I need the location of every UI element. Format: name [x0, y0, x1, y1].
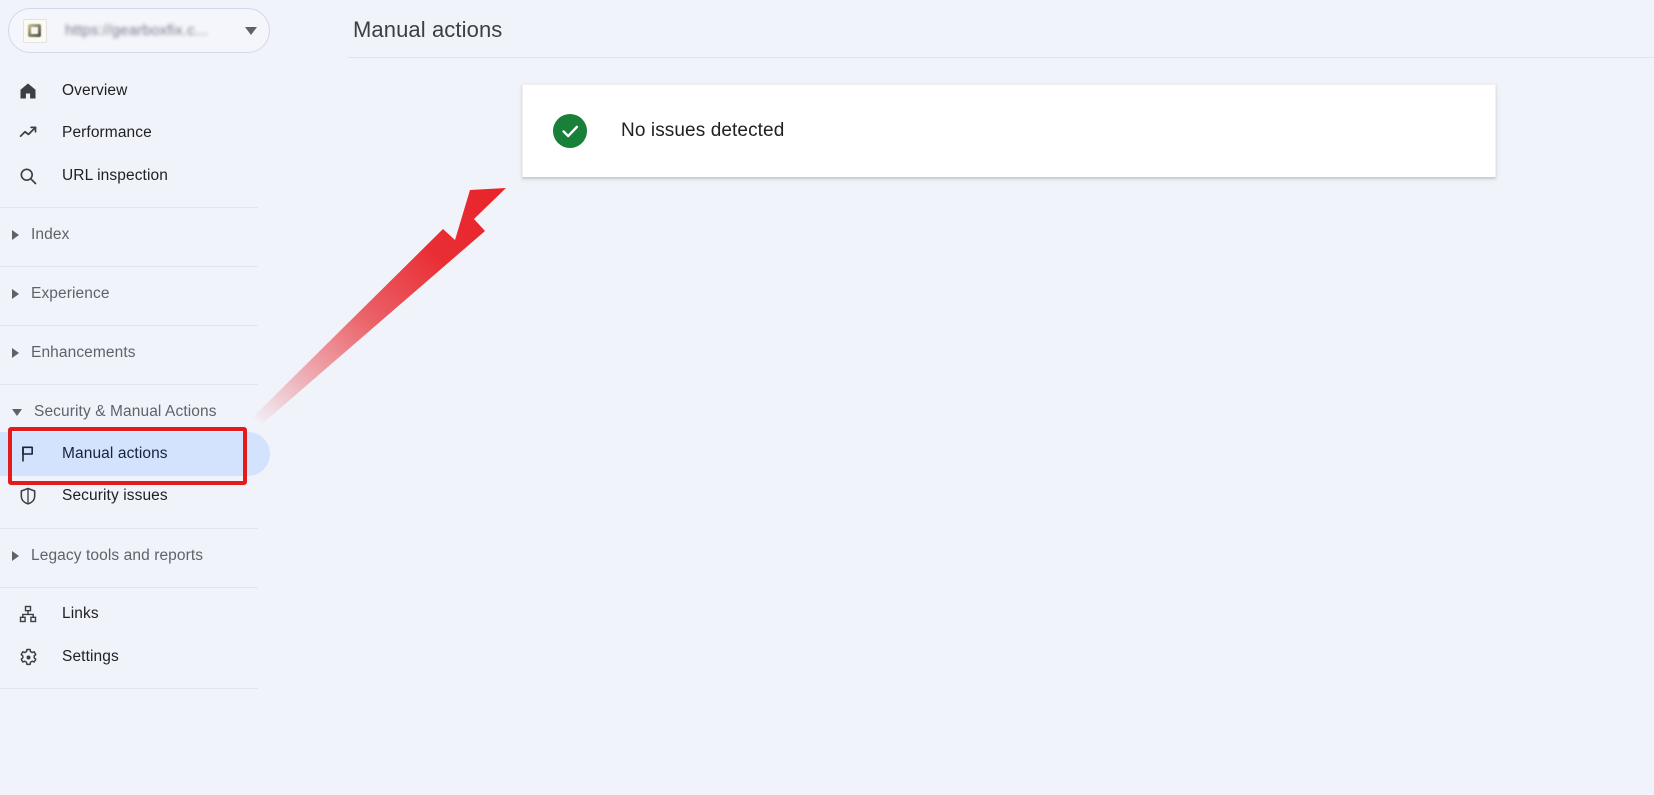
status-message: No issues detected — [621, 120, 785, 141]
sidebar-divider — [0, 688, 258, 689]
header-divider — [348, 57, 1654, 58]
sidebar-item-links[interactable]: Links — [0, 592, 270, 636]
trending-up-icon — [16, 121, 40, 145]
gear-icon — [16, 645, 40, 669]
chevron-right-icon — [12, 289, 19, 299]
sidebar-section-index[interactable]: Index — [0, 213, 270, 257]
sidebar-section-experience[interactable]: Experience — [0, 272, 270, 316]
chevron-down-icon — [12, 408, 22, 416]
sidebar-divider — [0, 384, 258, 385]
page-title: Manual actions — [353, 17, 503, 42]
property-url-label: https://gearboxfix.c... — [65, 22, 208, 39]
sidebar-section-label: Security & Manual Actions — [34, 403, 217, 420]
sidebar-item-label: Performance — [62, 124, 152, 141]
sidebar-section-label: Experience — [31, 285, 110, 302]
sidebar-section-security-and-manual-actions[interactable]: Security & Manual Actions — [0, 390, 270, 434]
sidebar-section-enhancements[interactable]: Enhancements — [0, 331, 270, 375]
chevron-right-icon — [12, 230, 19, 240]
search-icon — [16, 164, 40, 188]
chevron-down-icon[interactable] — [245, 26, 257, 35]
flag-icon — [16, 442, 40, 466]
site-favicon — [23, 18, 47, 43]
sidebar-item-url-inspection[interactable]: URL inspection — [0, 154, 270, 198]
sidebar-section-label: Enhancements — [31, 344, 136, 361]
sidebar-item-overview[interactable]: Overview — [0, 69, 270, 113]
sidebar-item-label: Security issues — [62, 487, 168, 504]
check-circle-icon — [553, 114, 587, 148]
chevron-right-icon — [12, 348, 19, 358]
sitemap-icon — [16, 602, 40, 626]
sidebar-item-label: URL inspection — [62, 167, 168, 184]
status-card: No issues detected — [522, 84, 1496, 178]
sidebar-item-label: Manual actions — [62, 445, 168, 462]
sidebar-item-label: Overview — [62, 82, 128, 99]
home-icon — [16, 79, 40, 103]
sidebar-item-security-issues[interactable]: Security issues — [0, 474, 270, 518]
sidebar: https://gearboxfix.c... Overview Perform… — [0, 0, 290, 795]
sidebar-divider — [0, 528, 258, 529]
sidebar-item-manual-actions[interactable]: Manual actions — [0, 432, 270, 476]
sidebar-divider — [0, 325, 258, 326]
sidebar-divider — [0, 207, 258, 208]
sidebar-section-label: Index — [31, 226, 70, 243]
sidebar-item-performance[interactable]: Performance — [0, 111, 270, 155]
main-content: Manual actions No issues detected — [290, 0, 1654, 795]
property-selector[interactable]: https://gearboxfix.c... — [8, 8, 270, 53]
sidebar-divider — [0, 266, 258, 267]
sidebar-item-label: Links — [62, 605, 99, 622]
sidebar-item-label: Settings — [62, 648, 119, 665]
sidebar-item-settings[interactable]: Settings — [0, 635, 270, 679]
sidebar-divider — [0, 587, 258, 588]
shield-icon — [16, 484, 40, 508]
sidebar-section-label: Legacy tools and reports — [31, 547, 204, 564]
sidebar-section-legacy-tools-and-reports[interactable]: Legacy tools and reports — [0, 534, 270, 578]
chevron-right-icon — [12, 551, 19, 561]
